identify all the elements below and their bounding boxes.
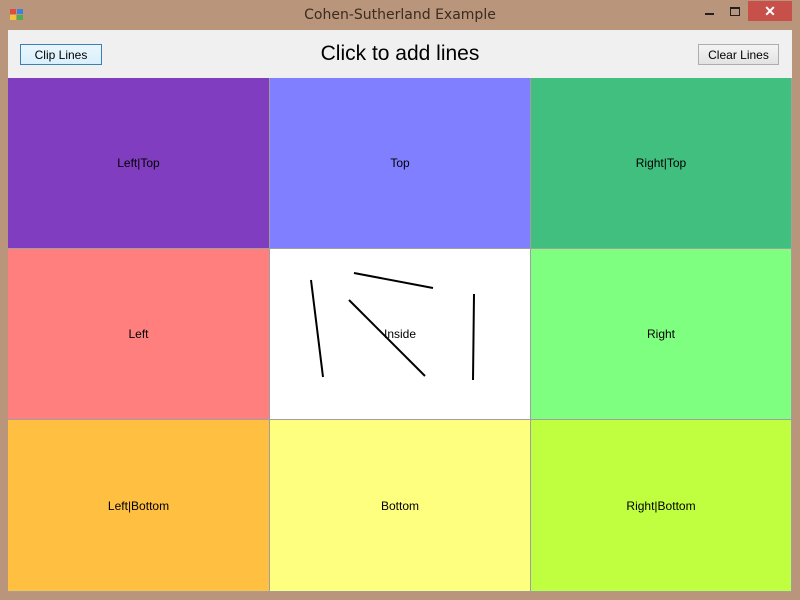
region-right-top[interactable]: Right|Top bbox=[531, 78, 792, 249]
region-label: Bottom bbox=[380, 498, 419, 513]
close-icon: ✕ bbox=[764, 2, 776, 19]
maximize-button[interactable] bbox=[722, 1, 748, 21]
instruction-title: Click to add lines bbox=[320, 42, 480, 65]
client-area: Clip Lines Click to add lines Clear Line… bbox=[8, 30, 792, 592]
app-window: Cohen-Sutherland Example ✕ Clip Lines Cl… bbox=[0, 0, 800, 600]
region-label: Inside bbox=[383, 327, 417, 341]
region-label: Top bbox=[390, 156, 410, 170]
region-grid[interactable]: Left|Top Top Right|Top Left Inside Right… bbox=[8, 78, 792, 592]
close-button[interactable]: ✕ bbox=[748, 1, 792, 21]
maximize-icon bbox=[730, 6, 740, 16]
minimize-icon bbox=[704, 13, 714, 15]
region-label: Right bbox=[646, 327, 675, 341]
region-top[interactable]: Top bbox=[270, 78, 531, 249]
region-right-bottom[interactable]: Right|Bottom bbox=[531, 420, 792, 592]
toolbar: Clip Lines Click to add lines Clear Line… bbox=[8, 30, 792, 78]
region-left[interactable]: Left bbox=[8, 249, 270, 420]
region-right[interactable]: Right bbox=[531, 249, 792, 420]
window-title: Cohen-Sutherland Example bbox=[304, 7, 496, 23]
region-label: Right|Top bbox=[635, 156, 687, 170]
region-left-bottom[interactable]: Left|Bottom bbox=[8, 420, 270, 592]
clear-lines-button[interactable]: Clear Lines bbox=[698, 44, 779, 65]
title-bar[interactable]: Cohen-Sutherland Example ✕ bbox=[0, 0, 800, 30]
region-label: Left bbox=[128, 327, 149, 341]
region-label: Left|Bottom bbox=[107, 498, 170, 513]
region-inside[interactable]: Inside bbox=[270, 249, 531, 420]
minimize-button[interactable] bbox=[696, 1, 722, 21]
clip-lines-button[interactable]: Clip Lines bbox=[20, 44, 102, 65]
region-label: Left|Top bbox=[117, 156, 160, 170]
region-bottom[interactable]: Bottom bbox=[270, 420, 531, 592]
region-left-top[interactable]: Left|Top bbox=[8, 78, 270, 249]
region-label: Right|Bottom bbox=[626, 498, 696, 513]
